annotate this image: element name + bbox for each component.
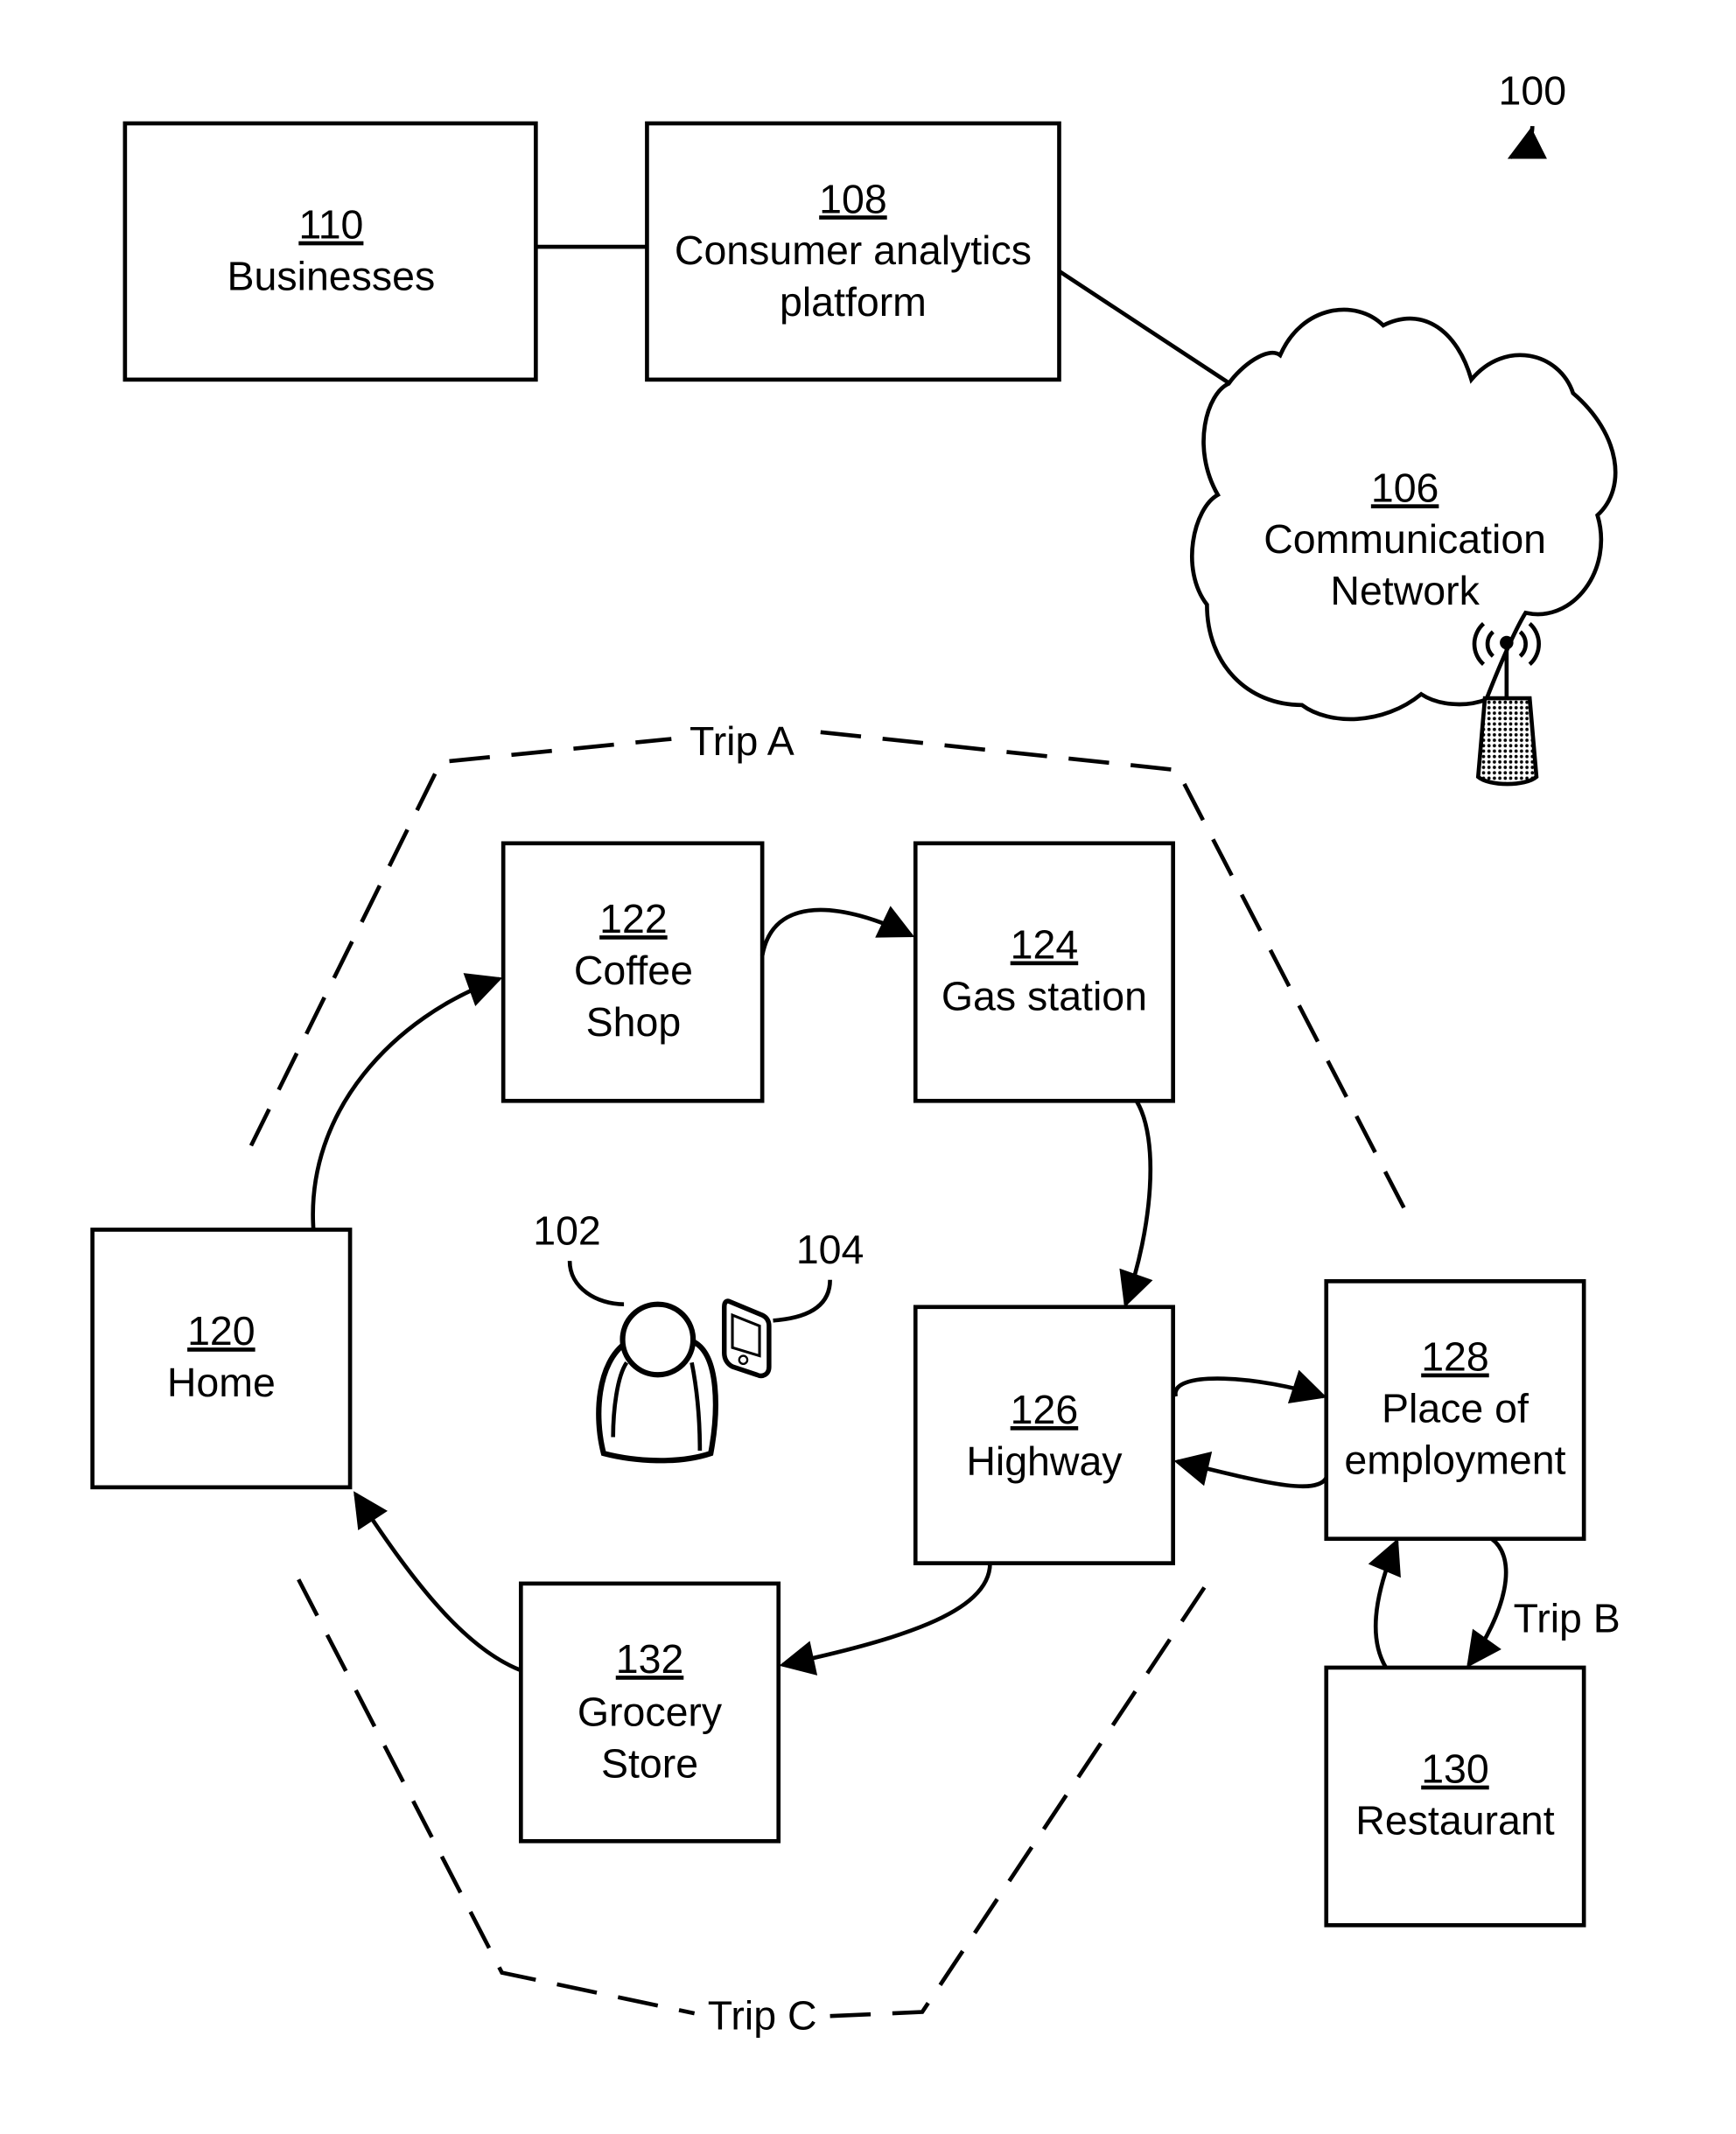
svg-text:126: 126 [1011,1387,1079,1432]
home-box [90,1228,353,1490]
svg-text:Store: Store [601,1740,698,1786]
trip-b-label: Trip B [1514,1596,1620,1641]
arrow-gas-to-highway [1119,1100,1153,1308]
svg-text:Highway: Highway [966,1438,1123,1484]
node-coffee-shop: 122 Coffee Shop [500,841,765,1103]
trip-a-label: Trip A [690,718,794,764]
svg-text:120: 120 [187,1308,256,1354]
svg-text:Place of: Place of [1382,1385,1529,1431]
svg-text:Businesses: Businesses [228,254,436,299]
svg-text:Restaurant: Restaurant [1355,1798,1554,1844]
user-device: 104 [722,1227,864,1379]
node-grocery-store: 132 Grocery Store [518,1581,781,1844]
svg-text:108: 108 [819,176,887,221]
svg-text:130: 130 [1421,1746,1489,1792]
user-number: 102 [533,1207,601,1253]
trip-c-label: Trip C [708,1993,817,2039]
arrow-employment-to-highway [1173,1451,1328,1489]
arrow-highway-to-grocery [779,1563,992,1676]
svg-text:128: 128 [1421,1334,1489,1380]
svg-text:122: 122 [599,896,668,941]
trip-a-boundary: Trip A [248,718,1412,1221]
arrow-home-to-coffee [311,973,503,1230]
reference-arrow [1507,125,1547,159]
node-restaurant: 130 Restaurant [1324,1665,1586,1928]
device-number: 104 [796,1227,864,1272]
gas-station-box [913,841,1175,1103]
businesses-box [122,121,538,382]
svg-text:100: 100 [1499,67,1567,113]
mobile-phone-icon [722,1298,772,1379]
svg-text:Communication: Communication [1264,516,1546,562]
highway-box [913,1305,1175,1565]
user-leader-line [567,1260,625,1306]
svg-text:124: 124 [1011,922,1079,968]
figure-reference: 100 [1499,67,1567,159]
svg-text:Gas station: Gas station [942,973,1147,1018]
arrow-highway-to-employment [1173,1369,1327,1403]
person-icon [596,1301,718,1464]
node-place-of-employment: 128 Place of employment [1324,1279,1586,1542]
link-platform-network [1058,269,1236,388]
user-figure: 102 [533,1207,718,1464]
svg-text:132: 132 [616,1636,684,1682]
node-gas-station: 124 Gas station [913,841,1175,1103]
svg-text:Home: Home [167,1360,276,1405]
arrow-grocery-to-home [354,1491,522,1673]
cloud-shape [1189,307,1618,722]
svg-text:Coffee: Coffee [574,948,693,993]
node-consumer-analytics-platform: 108 Consumer analytics platform [645,121,1061,382]
arrow-employment-to-restaurant [1466,1536,1508,1669]
restaurant-box [1324,1665,1586,1928]
svg-text:employment: employment [1344,1437,1565,1482]
device-leader-line [773,1279,832,1323]
svg-text:Network: Network [1330,568,1480,613]
node-businesses: 110 Businesses [122,121,538,382]
arrow-restaurant-to-employment [1368,1538,1401,1669]
svg-text:Grocery: Grocery [578,1690,723,1735]
svg-text:Consumer analytics: Consumer analytics [675,227,1032,273]
arrow-coffee-to-gas [760,906,915,956]
node-home: 120 Home [90,1228,353,1490]
svg-text:106: 106 [1371,465,1439,510]
svg-text:platform: platform [780,279,927,325]
svg-text:110: 110 [298,202,363,248]
system-diagram: 100 110 Businesses 108 Consumer analytic… [90,67,1620,2039]
node-communication-network: 106 Communication Network [1189,307,1618,787]
node-highway: 126 Highway [913,1305,1175,1565]
svg-text:Shop: Shop [586,999,682,1045]
